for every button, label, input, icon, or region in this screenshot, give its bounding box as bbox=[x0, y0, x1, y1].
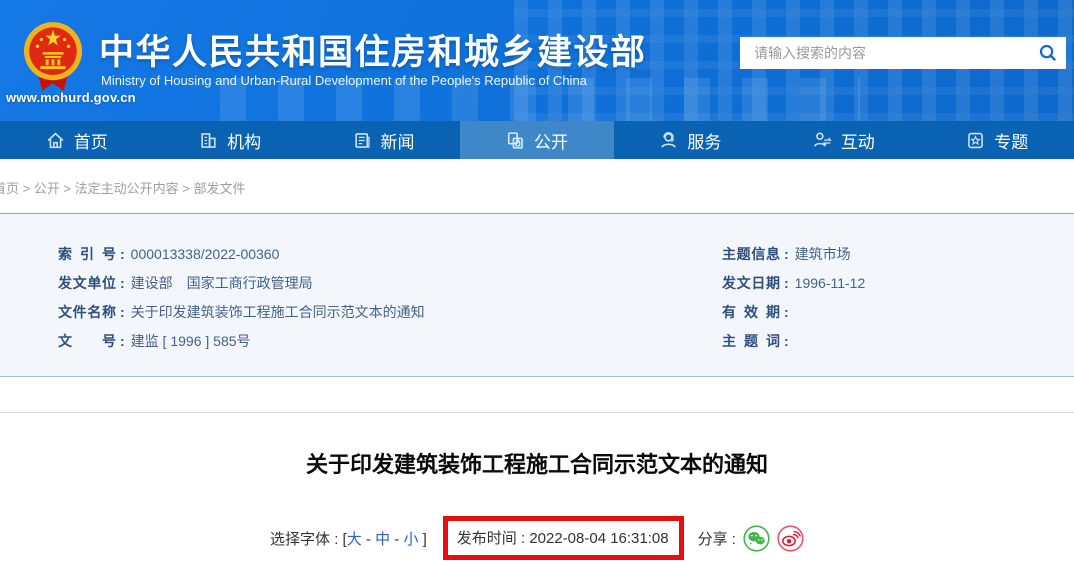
font-select-separator: - bbox=[361, 530, 376, 548]
info-colon: : bbox=[120, 246, 125, 262]
article-title: 关于印发建筑装饰工程施工合同示范文本的通知 bbox=[305, 452, 768, 477]
info-row-validity-period: 有效期: bbox=[722, 298, 1034, 327]
font-size-selector: 选择字体 : [大 - 中 - 小 ] bbox=[270, 528, 427, 549]
doc-info-right-column: 主题信息: 建筑市场 发文日期:1996-11-12 有效期: 主题词: bbox=[718, 240, 1034, 376]
info-label: 文件名称 bbox=[58, 304, 116, 320]
search-icon bbox=[1039, 44, 1057, 62]
info-label: 发文单位 bbox=[58, 275, 116, 291]
site-subtitle: Ministry of Housing and Urban-Rural Deve… bbox=[101, 73, 587, 88]
home-icon bbox=[47, 132, 64, 148]
nav-item-label: 机构 bbox=[227, 132, 262, 152]
organization-icon bbox=[201, 132, 216, 148]
nav-item-interaction[interactable]: 互动 bbox=[767, 121, 920, 159]
disclosure-icon bbox=[507, 131, 523, 149]
info-label: 有效期 bbox=[722, 304, 780, 320]
nav-item-service[interactable]: 服务 bbox=[614, 121, 767, 159]
publish-time-label: 发布时间 : bbox=[456, 530, 526, 547]
info-label: 索引号 bbox=[58, 246, 116, 262]
publish-time-value: 2022-08-04 16:31:08 bbox=[529, 530, 669, 547]
topics-icon bbox=[968, 132, 984, 148]
info-row-document-number: 文号: 建监 [ 1996 ] 585号 bbox=[58, 327, 718, 356]
publish-time-highlight: 发布时间 : 2022-08-04 16:31:08 bbox=[442, 516, 684, 560]
font-size-medium-link[interactable]: 中 bbox=[375, 531, 390, 548]
wechat-share-icon[interactable] bbox=[743, 524, 770, 552]
search-button[interactable] bbox=[1030, 37, 1066, 69]
font-size-small-link[interactable]: 小 bbox=[403, 531, 418, 548]
main-nav: 首页 机构 新闻 公开 服务 互动 专题 bbox=[0, 121, 1074, 159]
doc-info-panel: 索引号:000013338/2022-00360 发文单位: 建设部 国家工商行政… bbox=[0, 214, 1074, 377]
info-value: 建筑市场 bbox=[794, 246, 851, 262]
info-value: 关于印发建筑装饰工程施工合同示范文本的通知 bbox=[130, 304, 425, 320]
info-colon: : bbox=[784, 304, 789, 320]
weibo-share-icon[interactable] bbox=[777, 524, 804, 552]
nav-item-disclosure[interactable]: 公开 bbox=[460, 121, 614, 159]
info-row-subject-words: 主题词: bbox=[722, 327, 1034, 356]
doc-info-left-column: 索引号:000013338/2022-00360 发文单位: 建设部 国家工商行政… bbox=[58, 240, 718, 376]
nav-item-label: 首页 bbox=[73, 132, 108, 152]
info-label: 文号 bbox=[58, 333, 116, 349]
info-value: 建监 [ 1996 ] 585号 bbox=[130, 333, 251, 349]
service-icon bbox=[661, 131, 677, 148]
site-url: www.mohurd.gov.cn bbox=[6, 90, 136, 105]
nav-item-label: 互动 bbox=[840, 132, 875, 152]
info-row-index-number: 索引号:000013338/2022-00360 bbox=[58, 240, 718, 269]
site-header: www.mohurd.gov.cn 中华人民共和国住房和城乡建设部 Minist… bbox=[0, 0, 1074, 121]
info-value: 000013338/2022-00360 bbox=[130, 246, 280, 262]
info-label: 主题词 bbox=[722, 333, 780, 349]
info-label: 发文日期 bbox=[722, 275, 780, 291]
search-box bbox=[740, 37, 1066, 69]
nav-item-label: 公开 bbox=[533, 132, 568, 152]
info-colon: : bbox=[120, 333, 125, 349]
info-colon: : bbox=[120, 275, 125, 291]
font-select-separator: - bbox=[390, 530, 404, 548]
info-label: 主题信息 bbox=[722, 246, 780, 262]
nav-item-label: 新闻 bbox=[380, 132, 415, 152]
info-row-document-name: 文件名称: 关于印发建筑装饰工程施工合同示范文本的通知 bbox=[58, 298, 718, 327]
interaction-icon bbox=[813, 132, 832, 147]
news-icon bbox=[354, 132, 370, 148]
breadcrumb-bar: 首页 > 公开 > 法定主动公开内容 > 部发文件 bbox=[0, 159, 1074, 214]
info-row-issue-date: 发文日期:1996-11-12 bbox=[722, 269, 1034, 298]
info-value: 1996-11-12 bbox=[794, 275, 866, 291]
info-colon: : bbox=[784, 275, 789, 291]
nav-item-news[interactable]: 新闻 bbox=[307, 121, 460, 159]
search-input[interactable] bbox=[740, 38, 1030, 68]
nav-item-label: 服务 bbox=[687, 132, 722, 152]
nav-item-organization[interactable]: 机构 bbox=[153, 121, 306, 159]
national-emblem-icon bbox=[23, 22, 83, 91]
font-select-suffix: ] bbox=[418, 530, 427, 548]
info-row-subject-info: 主题信息: 建筑市场 bbox=[722, 240, 1034, 269]
info-colon: : bbox=[120, 304, 125, 320]
nav-item-home[interactable]: 首页 bbox=[0, 121, 153, 159]
info-colon: : bbox=[784, 333, 789, 349]
section-divider bbox=[0, 412, 1074, 413]
info-colon: : bbox=[784, 246, 789, 262]
share-label: 分享 : bbox=[697, 530, 736, 548]
nav-item-topics[interactable]: 专题 bbox=[921, 121, 1074, 159]
info-value: 建设部 国家工商行政管理局 bbox=[130, 275, 313, 291]
breadcrumb[interactable]: 首页 > 公开 > 法定主动公开内容 > 部发文件 bbox=[0, 159, 1074, 197]
font-select-prefix: 选择字体 : [ bbox=[270, 530, 347, 548]
font-size-large-link[interactable]: 大 bbox=[347, 531, 362, 548]
site-title: 中华人民共和国住房和城乡建设部 bbox=[99, 33, 647, 72]
nav-item-label: 专题 bbox=[994, 132, 1029, 152]
info-row-issuing-unit: 发文单位: 建设部 国家工商行政管理局 bbox=[58, 269, 718, 298]
share-controls: 分享 : bbox=[697, 524, 804, 552]
article-meta-row: 选择字体 : [大 - 中 - 小 ] 发布时间 : 2022-08-04 16… bbox=[0, 516, 1074, 560]
